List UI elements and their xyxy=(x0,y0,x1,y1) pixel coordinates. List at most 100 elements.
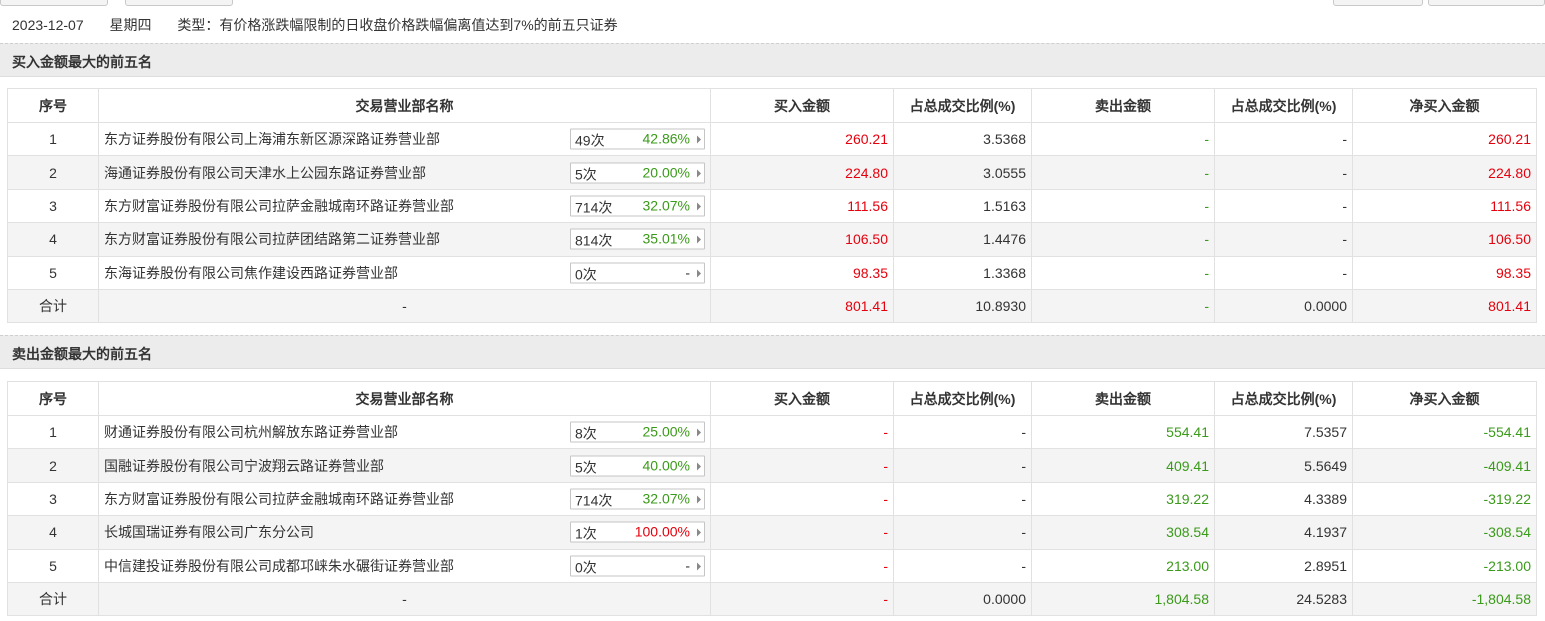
broker-stats-badge[interactable]: 0次 - xyxy=(570,262,705,284)
column-header[interactable]: 交易营业部名称 xyxy=(98,88,711,123)
broker-stats-badge[interactable]: 714次 32.07% xyxy=(570,195,705,217)
broker-name[interactable]: 财通证券股份有限公司杭州解放东路证券营业部 xyxy=(104,422,398,442)
sell-ratio: 4.1937 xyxy=(1214,515,1353,550)
sell-ratio: - xyxy=(1214,255,1353,290)
buy-amount: 111.56 xyxy=(710,188,894,224)
broker-name[interactable]: 东方证券股份有限公司上海浦东新区源深路证券营业部 xyxy=(104,129,440,149)
list-type: 类型：有价格涨跌幅限制的日收盘价格跌幅偏离值达到7%的前五只证券 xyxy=(177,17,618,33)
broker-cell: 中信建投证券股份有限公司成都邛崃朱水碾街证券营业部 0次 - xyxy=(98,548,711,583)
net-buy-amount: 106.50 xyxy=(1352,222,1537,257)
broker-cell: 东海证券股份有限公司焦作建设西路证券营业部 0次 - xyxy=(98,255,711,290)
broker-cell: 海通证券股份有限公司天津水上公园东路证券营业部 5次 20.00% xyxy=(98,155,711,190)
table-row: 5 东海证券股份有限公司焦作建设西路证券营业部 0次 -98.35 1.3368- -98… xyxy=(7,255,1537,290)
sell-ratio: - xyxy=(1214,121,1353,157)
win-rate: 20.00% xyxy=(642,164,690,181)
sell-ratio: 5.5649 xyxy=(1214,448,1353,483)
column-header[interactable]: 序号 xyxy=(7,88,99,123)
broker-stats-badge[interactable]: 5次 40.00% xyxy=(570,455,705,477)
column-header[interactable]: 卖出金额 xyxy=(1031,381,1215,416)
sell-amount: - xyxy=(1031,188,1215,224)
broker-stats-badge[interactable]: 1次 100.00% xyxy=(570,521,705,543)
win-rate: 32.07% xyxy=(642,197,690,214)
column-header[interactable]: 占总成交比例(%) xyxy=(1214,88,1353,123)
total-net-buy: 801.41 xyxy=(1352,288,1537,324)
expand-arrow-icon[interactable] xyxy=(697,235,701,244)
sell-amount: 308.54 xyxy=(1031,515,1215,550)
row-index: 4 xyxy=(7,222,99,257)
top-button-2[interactable] xyxy=(125,0,233,6)
row-index: 1 xyxy=(7,121,99,157)
row-index: 4 xyxy=(7,515,99,550)
column-header[interactable]: 序号 xyxy=(7,381,99,416)
table-row: 2 国融证券股份有限公司宁波翔云路证券营业部 5次 40.00% - -409.41 5.5… xyxy=(7,448,1537,483)
table-row: 5 中信建投证券股份有限公司成都邛崃朱水碾街证券营业部 0次 - - -213.00 2.8… xyxy=(7,548,1537,583)
broker-name[interactable]: 东方财富证券股份有限公司拉萨金融城南环路证券营业部 xyxy=(104,196,454,216)
total-row: 合计 -801.41 10.8930-0.0000 801.41 xyxy=(7,288,1537,324)
net-buy-amount: -213.00 xyxy=(1352,548,1537,583)
buy-ratio: - xyxy=(893,481,1032,517)
broker-name[interactable]: 国融证券股份有限公司宁波翔云路证券营业部 xyxy=(104,456,384,476)
buy-ratio: 1.5163 xyxy=(893,188,1032,224)
expand-arrow-icon[interactable] xyxy=(697,462,701,471)
broker-name[interactable]: 东方财富证券股份有限公司拉萨金融城南环路证券营业部 xyxy=(104,489,454,509)
column-header[interactable]: 买入金额 xyxy=(710,381,894,416)
column-header[interactable]: 卖出金额 xyxy=(1031,88,1215,123)
appear-count: 8次 xyxy=(575,425,597,442)
sell-amount: 409.41 xyxy=(1031,448,1215,483)
sell-ratio: 4.3389 xyxy=(1214,481,1353,517)
net-buy-amount: -308.54 xyxy=(1352,515,1537,550)
appear-count: 1次 xyxy=(575,525,597,542)
broker-name[interactable]: 东方财富证券股份有限公司拉萨团结路第二证券营业部 xyxy=(104,229,440,249)
row-index: 5 xyxy=(7,548,99,583)
top-button-3[interactable] xyxy=(1333,0,1423,6)
broker-stats-badge[interactable]: 49次 42.86% xyxy=(570,128,705,150)
total-sell-amount: 1,804.58 xyxy=(1031,581,1215,617)
broker-cell: 东方财富证券股份有限公司拉萨金融城南环路证券营业部 714次 32.07% xyxy=(98,188,711,224)
broker-name[interactable]: 长城国瑞证券有限公司广东分公司 xyxy=(104,522,314,542)
buy-ratio: 1.3368 xyxy=(893,255,1032,290)
win-rate: 100.00% xyxy=(634,523,690,540)
top-button-1[interactable] xyxy=(0,0,108,6)
column-header[interactable]: 占总成交比例(%) xyxy=(1214,381,1353,416)
row-index: 3 xyxy=(7,188,99,224)
win-rate: 25.00% xyxy=(642,423,690,440)
broker-name[interactable]: 东海证券股份有限公司焦作建设西路证券营业部 xyxy=(104,263,398,283)
broker-name[interactable]: 中信建投证券股份有限公司成都邛崃朱水碾街证券营业部 xyxy=(104,556,454,576)
total-buy-ratio: 10.8930 xyxy=(893,288,1032,324)
table-row: 2 海通证券股份有限公司天津水上公园东路证券营业部 5次 20.00% 224.80 3.… xyxy=(7,155,1537,190)
broker-stats-badge[interactable]: 0次 - xyxy=(570,555,705,577)
expand-arrow-icon[interactable] xyxy=(697,135,701,144)
net-buy-amount: -409.41 xyxy=(1352,448,1537,483)
expand-arrow-icon[interactable] xyxy=(697,269,701,278)
net-buy-amount: 111.56 xyxy=(1352,188,1537,224)
total-name: - xyxy=(98,581,711,617)
expand-arrow-icon[interactable] xyxy=(697,528,701,537)
row-index: 3 xyxy=(7,481,99,517)
net-buy-amount: 224.80 xyxy=(1352,155,1537,190)
column-header[interactable]: 占总成交比例(%) xyxy=(893,381,1032,416)
sell-amount: - xyxy=(1031,222,1215,257)
buy-amount: 106.50 xyxy=(710,222,894,257)
appear-count: 814次 xyxy=(575,232,613,249)
expand-arrow-icon[interactable] xyxy=(697,169,701,178)
buy-ratio: - xyxy=(893,414,1032,450)
sell-table: 序号 交易营业部名称 买入金额 占总成交比例(%) 卖出金额 占总成交比例(%) 净买入金额… xyxy=(7,381,1537,617)
column-header[interactable]: 买入金额 xyxy=(710,88,894,123)
column-header[interactable]: 占总成交比例(%) xyxy=(893,88,1032,123)
net-buy-amount: -554.41 xyxy=(1352,414,1537,450)
info-line: 2023-12-07 星期四 类型：有价格涨跌幅限制的日收盘价格跌幅偏离值达到7… xyxy=(12,15,640,35)
expand-arrow-icon[interactable] xyxy=(697,202,701,211)
broker-stats-badge[interactable]: 8次 25.00% xyxy=(570,421,705,443)
column-header[interactable]: 净买入金额 xyxy=(1352,381,1537,416)
broker-stats-badge[interactable]: 714次 32.07% xyxy=(570,488,705,510)
column-header[interactable]: 交易营业部名称 xyxy=(98,381,711,416)
broker-stats-badge[interactable]: 814次 35.01% xyxy=(570,228,705,250)
sell-section-title: 卖出金额最大的前五名 xyxy=(12,346,152,362)
broker-name[interactable]: 海通证券股份有限公司天津水上公园东路证券营业部 xyxy=(104,163,426,183)
expand-arrow-icon[interactable] xyxy=(697,562,701,571)
expand-arrow-icon[interactable] xyxy=(697,495,701,504)
expand-arrow-icon[interactable] xyxy=(697,428,701,437)
column-header[interactable]: 净买入金额 xyxy=(1352,88,1537,123)
broker-stats-badge[interactable]: 5次 20.00% xyxy=(570,162,705,184)
top-button-4[interactable] xyxy=(1428,0,1545,6)
